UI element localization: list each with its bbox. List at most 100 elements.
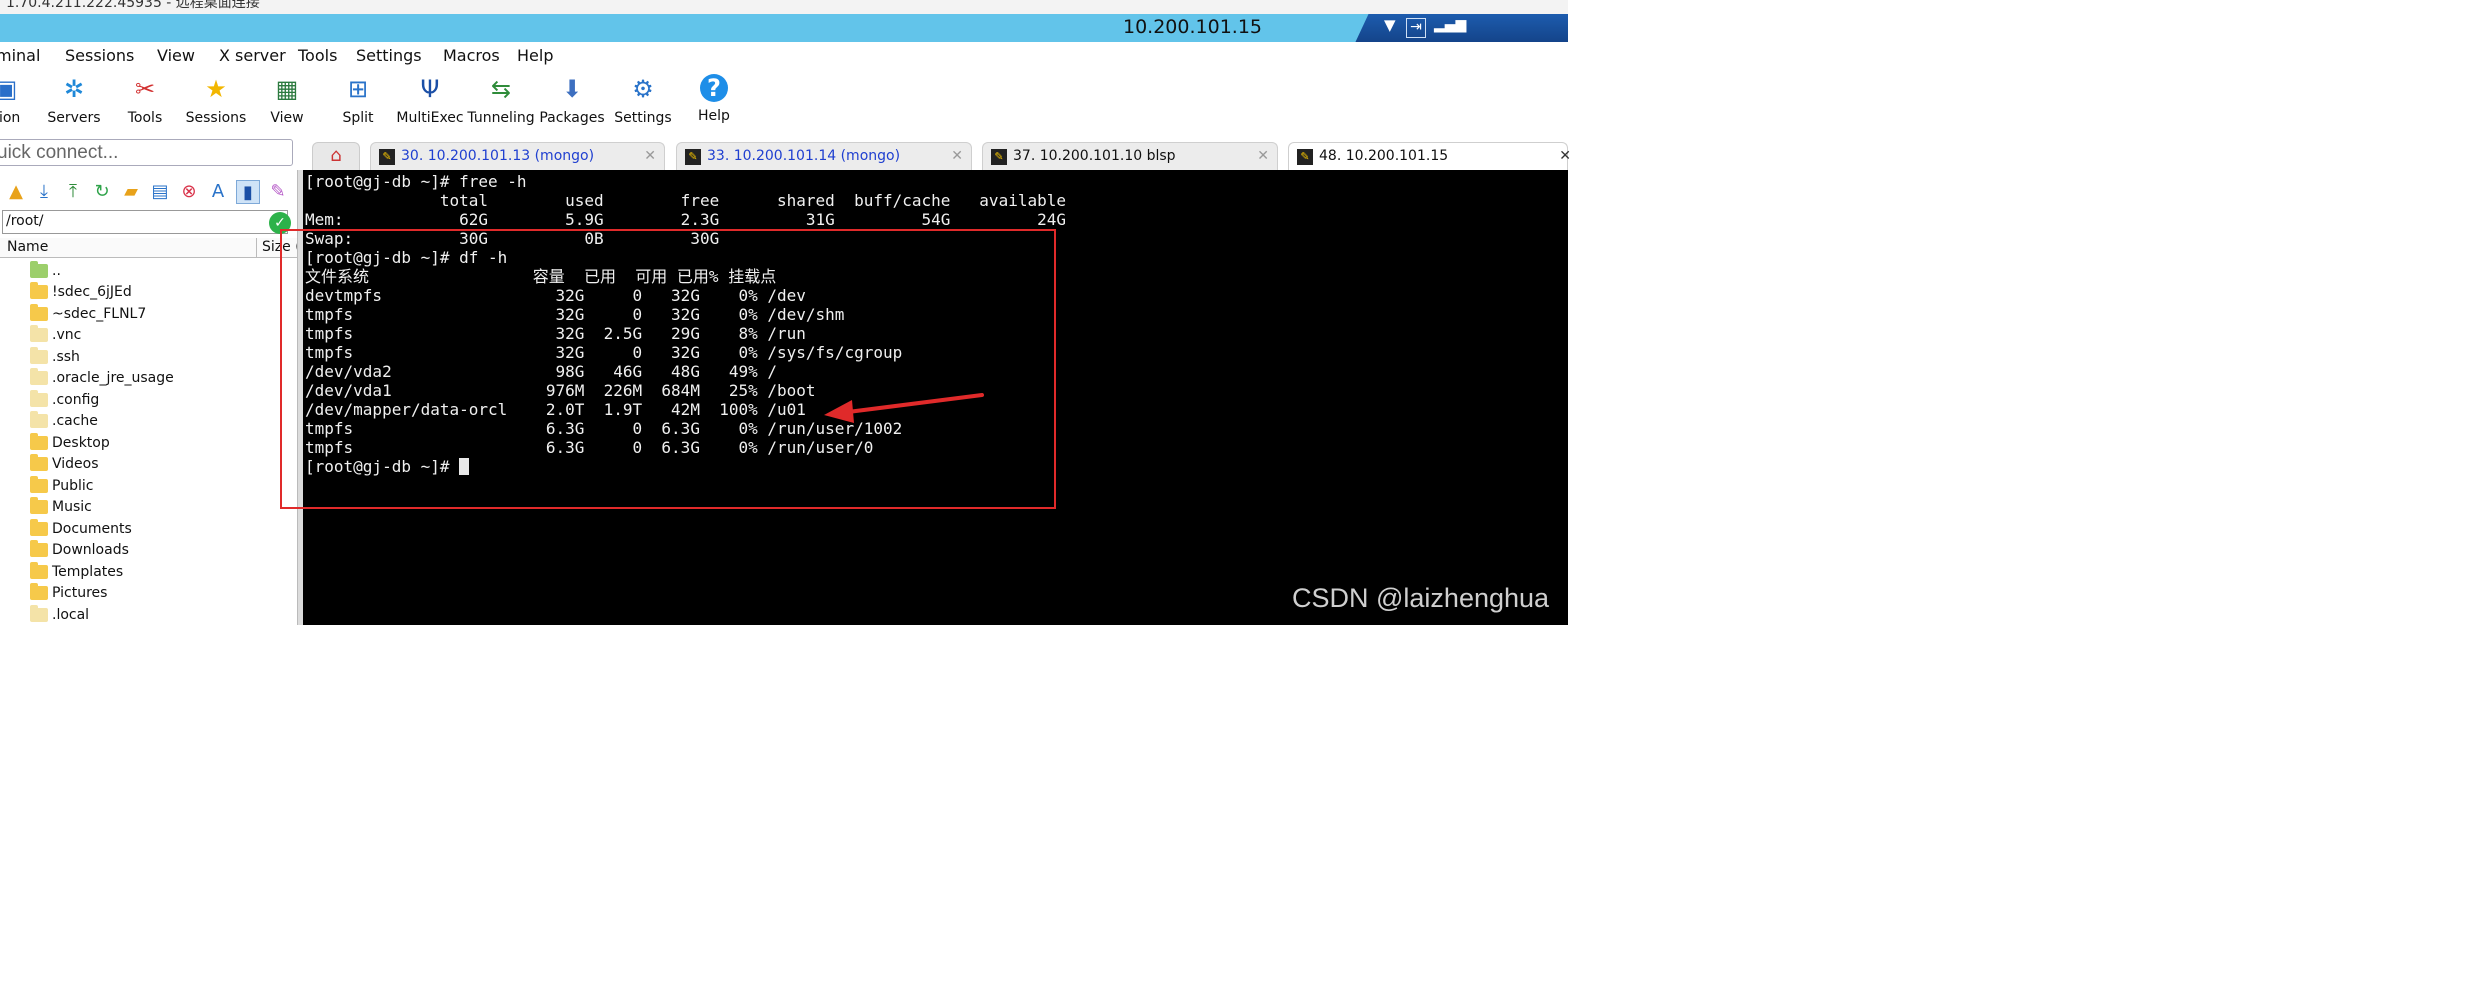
menu-sessions[interactable]: Sessions <box>65 46 134 65</box>
terminal-prompt: [root@gj-db ~]# <box>305 457 460 476</box>
tools-icon: ✂ <box>134 75 156 103</box>
terminal-cursor <box>459 458 470 475</box>
folder-icon <box>30 562 48 579</box>
close-icon[interactable]: ✕ <box>644 148 656 164</box>
list-item[interactable]: Public <box>30 476 290 497</box>
key-icon: ✎ <box>685 149 701 165</box>
pin-icon[interactable]: ⇥ <box>1406 18 1426 38</box>
list-item[interactable]: !sdec_6jJEd <box>30 282 290 303</box>
tab-session-33[interactable]: ✎ 33. 10.200.101.14 (mongo) ✕ <box>676 142 972 170</box>
terminal-line: tmpfs 6.3G 0 6.3G 0% /run/user/0 <box>305 438 874 457</box>
terminal-line: /dev/vda2 98G 46G 48G 49% / <box>305 362 778 381</box>
menu-tools[interactable]: Tools <box>298 46 337 65</box>
list-item[interactable]: Desktop <box>30 433 290 454</box>
folder-icon <box>30 304 48 321</box>
terminal-line: tmpfs 32G 2.5G 29G 8% /run <box>305 324 806 343</box>
folder-icon <box>30 282 48 299</box>
view-button[interactable]: ▦ View <box>251 70 323 132</box>
list-item[interactable]: Templates <box>30 562 290 583</box>
menu-macros[interactable]: Macros <box>443 46 500 65</box>
column-name[interactable]: Name <box>7 239 48 255</box>
gear-icon: ⚙ <box>632 75 654 103</box>
tab-session-48[interactable]: ✎ 48. 10.200.101.15 ✕ <box>1288 142 1571 170</box>
list-item[interactable]: .oracle_jre_usage <box>30 368 290 389</box>
parent-folder-icon[interactable]: ▲ <box>4 180 28 204</box>
terminal-line: [root@gj-db ~]# free -h <box>305 172 527 191</box>
list-item[interactable]: Pictures <box>30 583 290 604</box>
folder-icon <box>30 605 48 622</box>
help-icon: ? <box>700 74 728 102</box>
check-icon[interactable]: ✓ <box>269 212 291 234</box>
list-item[interactable]: ~sdec_FLNL7 <box>30 304 290 325</box>
connection-bar-controls: ▼ ⇥ ▂▄▆ <box>1348 14 1568 42</box>
signal-icon: ▂▄▆ <box>1434 17 1467 33</box>
sftp-toolbar: ▲ ⤓ ⤒ ↻ ▰ ▤ ⊗ A ▮ ✎ <box>0 176 298 208</box>
tab-session-30[interactable]: ✎ 30. 10.200.101.13 (mongo) ✕ <box>370 142 665 170</box>
delete-icon[interactable]: ⊗ <box>177 180 201 204</box>
file-list: .. !sdec_6jJEd ~sdec_FLNL7 .vnc .ssh .or… <box>0 259 298 625</box>
download-icon[interactable]: ⤓ <box>32 180 56 204</box>
menu-view[interactable]: View <box>157 46 195 65</box>
chevron-down-icon[interactable]: ▼ <box>1384 16 1396 34</box>
key-icon: ✎ <box>991 149 1007 165</box>
file-list-header: Name Size ( <box>0 238 301 258</box>
folder-icon <box>30 540 48 557</box>
quick-connect-input[interactable] <box>0 141 287 164</box>
split-button[interactable]: ⊞ Split <box>322 70 394 132</box>
home-tab[interactable]: ⌂ <box>312 142 360 170</box>
session-ip: 10.200.101.15 <box>1123 16 1263 38</box>
settings-button[interactable]: ⚙ Settings <box>607 70 679 132</box>
sessions-button[interactable]: ★ Sessions <box>180 70 252 132</box>
watermark: CSDN @laizhenghua <box>1292 583 1550 613</box>
close-icon[interactable]: ✕ <box>1257 148 1269 164</box>
list-item[interactable]: Documents <box>30 519 290 540</box>
list-item[interactable]: .local <box>30 605 290 625</box>
tunneling-icon: ⇆ <box>490 75 512 103</box>
new-file-icon[interactable]: ▤ <box>148 180 172 204</box>
list-item[interactable]: .. <box>30 261 290 282</box>
permissions-icon[interactable]: ✎ <box>266 180 290 204</box>
close-icon[interactable]: ✕ <box>951 148 963 164</box>
column-size[interactable]: Size ( <box>262 239 301 255</box>
list-item[interactable]: Downloads <box>30 540 290 561</box>
window-title: 1.70.4.211.222.45935 - 远程桌面连接 <box>6 0 260 11</box>
list-item[interactable]: Videos <box>30 454 290 475</box>
tunneling-button[interactable]: ⇆ Tunneling <box>465 70 537 132</box>
terminal-line: tmpfs 6.3G 0 6.3G 0% /run/user/1002 <box>305 419 903 438</box>
menu-x-server[interactable]: X server <box>219 46 286 65</box>
list-item[interactable]: .ssh <box>30 347 290 368</box>
terminal-line: /dev/mapper/data-orcl 2.0T 1.9T 42M 100%… <box>305 400 806 419</box>
refresh-icon[interactable]: ↻ <box>90 180 114 204</box>
terminal-line: /dev/vda1 976M 226M 684M 25% /boot <box>305 381 816 400</box>
menu-settings[interactable]: Settings <box>356 46 422 65</box>
terminal-follow-icon[interactable]: ▮ <box>236 180 260 204</box>
key-icon: ✎ <box>1297 149 1313 165</box>
session-icon: ▣ <box>0 75 18 103</box>
packages-button[interactable]: ⬇ Packages <box>536 70 608 132</box>
folder-icon <box>30 519 48 536</box>
tab-session-37[interactable]: ✎ 37. 10.200.101.10 blsp ✕ <box>982 142 1278 170</box>
terminal-line: tmpfs 32G 0 32G 0% /dev/shm <box>305 305 845 324</box>
sftp-path-field[interactable]: /root/ ✓ <box>2 210 291 234</box>
folder-icon <box>30 368 48 385</box>
list-item[interactable]: .cache <box>30 411 290 432</box>
list-item[interactable]: .vnc <box>30 325 290 346</box>
menu-help[interactable]: Help <box>517 46 553 65</box>
terminal-line: tmpfs 32G 0 32G 0% /sys/fs/cgroup <box>305 343 903 362</box>
close-icon[interactable]: ✕ <box>1559 148 1571 164</box>
menu-terminal[interactable]: minal <box>0 46 40 65</box>
terminal-line: Swap: 30G 0B 30G <box>305 229 720 248</box>
servers-button[interactable]: ✲ Servers <box>38 70 110 132</box>
terminal[interactable]: [root@gj-db ~]# free -h total used free … <box>303 170 1568 625</box>
list-item[interactable]: Music <box>30 497 290 518</box>
tools-button[interactable]: ✂ Tools <box>109 70 181 132</box>
new-folder-icon[interactable]: ▰ <box>119 180 143 204</box>
upload-icon[interactable]: ⤒ <box>61 180 85 204</box>
folder-icon <box>30 583 48 600</box>
multiexec-button[interactable]: Ψ MultiExec <box>394 70 466 132</box>
session-button[interactable]: ▣ sion <box>0 70 42 132</box>
list-item[interactable]: .config <box>30 390 290 411</box>
folder-icon <box>30 454 48 471</box>
rename-icon[interactable]: A <box>206 180 230 204</box>
help-button[interactable]: ? Help <box>678 70 750 132</box>
